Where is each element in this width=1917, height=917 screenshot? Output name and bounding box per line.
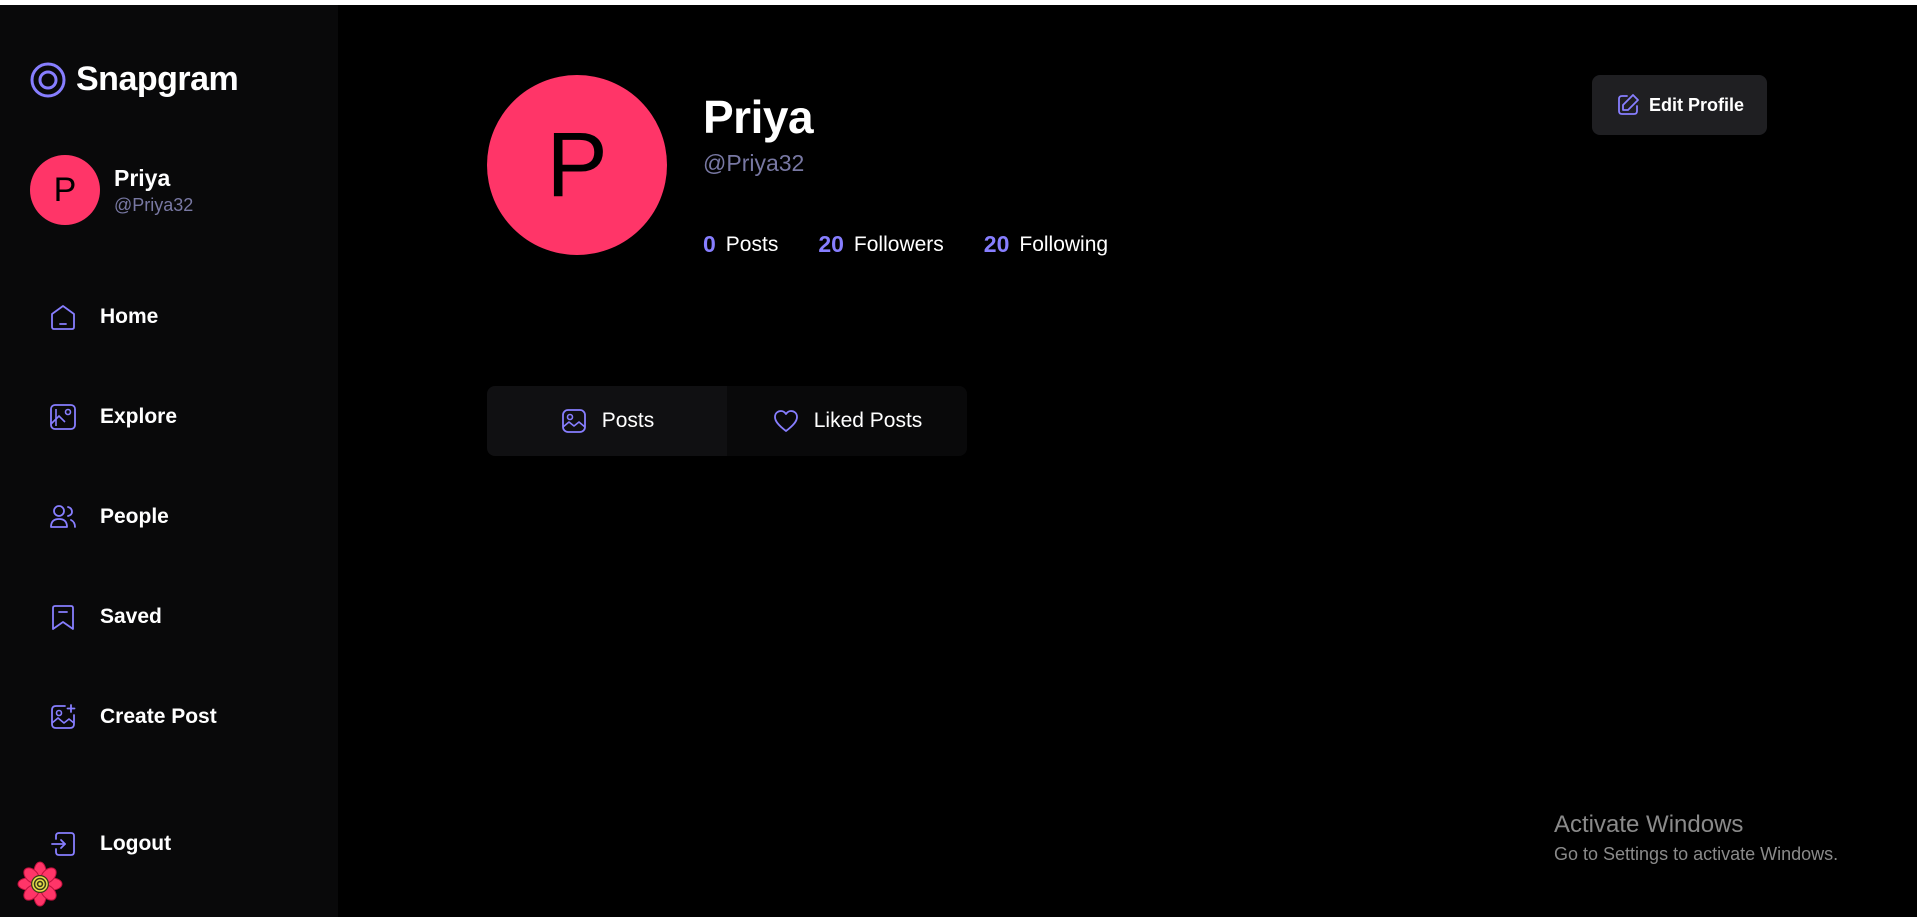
- app-logo[interactable]: Snapgram: [29, 60, 239, 99]
- stat-label: Posts: [725, 232, 779, 256]
- app-name: Snapgram: [76, 60, 239, 98]
- profile-stats: 0 Posts 20 Followers 20 Following: [703, 231, 1148, 258]
- sidebar-user-handle: @Priya32: [114, 195, 194, 215]
- home-icon: [51, 305, 75, 330]
- profile-avatar: P: [487, 75, 667, 255]
- profile-tabs: Posts Liked Posts: [487, 386, 967, 456]
- tab-label: Liked Posts: [813, 409, 923, 432]
- people-icon: [50, 505, 76, 528]
- logout-icon: [51, 832, 75, 856]
- heart-icon: [773, 410, 798, 432]
- profile-handle: @Priya32: [703, 150, 805, 176]
- watermark-subtitle: Go to Settings to activate Windows.: [1554, 844, 1839, 864]
- edit-profile-label: Edit Profile: [1648, 94, 1744, 115]
- avatar: P: [30, 155, 100, 225]
- logout-button[interactable]: Logout: [48, 824, 171, 864]
- gallery-add-icon: [51, 704, 76, 729]
- stat-following: 20 Following: [984, 231, 1108, 258]
- sidebar-item-create-post[interactable]: Create Post: [48, 697, 217, 737]
- stat-label: Following: [1019, 232, 1109, 256]
- sidebar-user-name: Priya: [114, 165, 171, 191]
- stat-followers: 20 Followers: [818, 231, 943, 258]
- sidebar-item-label: Logout: [100, 832, 172, 855]
- sidebar-item-home[interactable]: Home: [48, 297, 158, 337]
- stat-label: Followers: [853, 232, 944, 256]
- sidebar-item-label: Home: [100, 305, 159, 328]
- sidebar: Snapgram P Priya @Priya32 Home Explore P…: [0, 5, 338, 917]
- stat-value: 20: [818, 231, 844, 257]
- sidebar-item-label: Create Post: [100, 705, 217, 728]
- edit-icon: [1618, 94, 1639, 115]
- watermark-title: Activate Windows: [1554, 811, 1744, 838]
- wallpaper-icon: [50, 404, 76, 430]
- sidebar-item-label: Explore: [100, 405, 178, 428]
- stat-value: 20: [983, 231, 1010, 257]
- sidebar-item-label: Saved: [100, 605, 162, 628]
- react-devtools-icon[interactable]: [14, 858, 66, 910]
- posts-icon: [561, 409, 586, 433]
- logo-icon: [30, 62, 66, 97]
- tab-posts[interactable]: Posts: [487, 386, 727, 456]
- sidebar-item-saved[interactable]: Saved: [48, 597, 162, 637]
- profile-name: Priya: [703, 91, 814, 143]
- sidebar-item-label: People: [100, 505, 169, 528]
- stat-posts: 0 Posts: [703, 231, 778, 258]
- sidebar-user-card[interactable]: P Priya @Priya32: [30, 155, 193, 225]
- tab-liked-posts[interactable]: Liked Posts: [727, 386, 967, 456]
- stat-value: 0: [703, 231, 716, 257]
- edit-profile-button[interactable]: Edit Profile: [1592, 75, 1767, 135]
- bookmark-icon: [52, 605, 74, 630]
- sidebar-item-explore[interactable]: Explore: [48, 397, 177, 437]
- sidebar-item-people[interactable]: People: [48, 497, 169, 537]
- windows-activation-watermark: Activate Windows Go to Settings to activ…: [1554, 810, 1838, 866]
- tab-label: Posts: [601, 409, 655, 432]
